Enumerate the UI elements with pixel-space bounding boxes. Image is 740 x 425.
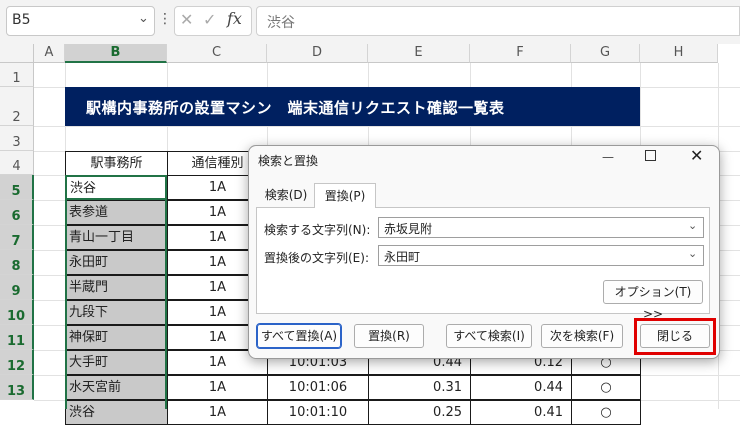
enter-check-icon[interactable]: ✓ bbox=[203, 10, 216, 29]
row-header-11[interactable]: 11 bbox=[0, 325, 34, 350]
row-header-6[interactable]: 6 bbox=[0, 200, 34, 225]
column-header-h[interactable]: H bbox=[640, 44, 718, 63]
formula-value: 渋谷 bbox=[267, 15, 295, 31]
column-header-e[interactable]: E bbox=[368, 44, 470, 63]
tab-find[interactable]: 検索(D) bbox=[258, 183, 314, 208]
formula-input[interactable] bbox=[256, 6, 740, 36]
tab-replace[interactable]: 置換(P) bbox=[314, 183, 376, 208]
find-all-button[interactable]: すべて検索(I) bbox=[446, 324, 532, 348]
find-label: 検索する文字列(N): bbox=[264, 223, 371, 237]
select-all-corner[interactable] bbox=[0, 44, 34, 63]
find-what-value: 赤坂見附 bbox=[384, 222, 433, 236]
replace-all-button[interactable]: すべて置換(A) bbox=[256, 323, 342, 349]
time-cell[interactable]: 10:01:06 bbox=[267, 375, 369, 400]
column-header-d[interactable]: D bbox=[267, 44, 368, 63]
type-cell[interactable]: 1A bbox=[167, 400, 268, 425]
replace-with-input[interactable] bbox=[378, 245, 704, 266]
close-icon[interactable]: ✕ bbox=[690, 146, 703, 165]
value-f-cell[interactable]: 0.44 bbox=[470, 375, 572, 400]
status-g-cell[interactable]: ○ bbox=[571, 375, 641, 400]
banner-title: 駅構内事務所の設置マシン 端末通信リクエスト確認一覧表 bbox=[86, 99, 505, 117]
name-box-value: B5 bbox=[12, 12, 31, 28]
row-header-3[interactable]: 3 bbox=[0, 126, 34, 151]
type-cell[interactable]: 1A bbox=[167, 375, 268, 400]
value-e-cell[interactable]: 0.25 bbox=[368, 400, 471, 425]
row-header-4[interactable]: 4 bbox=[0, 151, 34, 175]
find-dropdown-chevron-icon[interactable]: ⌄ bbox=[688, 219, 697, 232]
options-button[interactable]: オプション(T) >> bbox=[603, 280, 703, 321]
replace-dropdown-chevron-icon[interactable]: ⌄ bbox=[688, 247, 697, 260]
row-header-8[interactable]: 8 bbox=[0, 250, 34, 275]
replace-with-value: 永田町 bbox=[384, 250, 421, 264]
grid-hline bbox=[34, 126, 740, 127]
cancel-x-icon[interactable]: ✕ bbox=[180, 10, 193, 29]
status-g-cell[interactable]: ○ bbox=[571, 400, 641, 425]
column-header-a[interactable]: A bbox=[34, 44, 65, 63]
column-header-g[interactable]: G bbox=[571, 44, 640, 63]
maximize-icon[interactable] bbox=[645, 150, 656, 161]
column-header-f[interactable]: F bbox=[470, 44, 571, 63]
table-header-station: 駅事務所 bbox=[65, 151, 168, 176]
row-header-5[interactable]: 5 bbox=[0, 175, 34, 200]
row-header-7[interactable]: 7 bbox=[0, 225, 34, 250]
more-vertical-icon[interactable]: ⋮ bbox=[158, 11, 172, 27]
column-header-c[interactable]: C bbox=[167, 44, 267, 63]
dialog-title: 検索と置換 bbox=[258, 154, 319, 168]
column-header-b[interactable]: B bbox=[65, 44, 167, 63]
row-header-12[interactable]: 12 bbox=[0, 350, 34, 375]
replace-label: 置換後の文字列(E): bbox=[264, 251, 369, 265]
chevron-down-icon[interactable]: ⌄ bbox=[138, 11, 149, 26]
insert-function-icon[interactable]: fx bbox=[227, 9, 242, 28]
row-header-10[interactable]: 10 bbox=[0, 300, 34, 325]
value-f-cell[interactable]: 0.41 bbox=[470, 400, 572, 425]
row-header-13[interactable]: 13 bbox=[0, 375, 34, 400]
row-header-1[interactable]: 1 bbox=[0, 63, 34, 87]
value-e-cell[interactable]: 0.31 bbox=[368, 375, 471, 400]
replace-button[interactable]: 置換(R) bbox=[354, 324, 424, 348]
row-header-9[interactable]: 9 bbox=[0, 275, 34, 300]
minimize-icon[interactable]: — bbox=[602, 150, 614, 164]
time-cell[interactable]: 10:01:10 bbox=[267, 400, 369, 425]
find-next-button[interactable]: 次を検索(F) bbox=[541, 324, 623, 348]
row-header-2[interactable]: 2 bbox=[0, 87, 34, 126]
close-button-highlight bbox=[634, 318, 716, 355]
column-b-selection bbox=[65, 175, 167, 409]
